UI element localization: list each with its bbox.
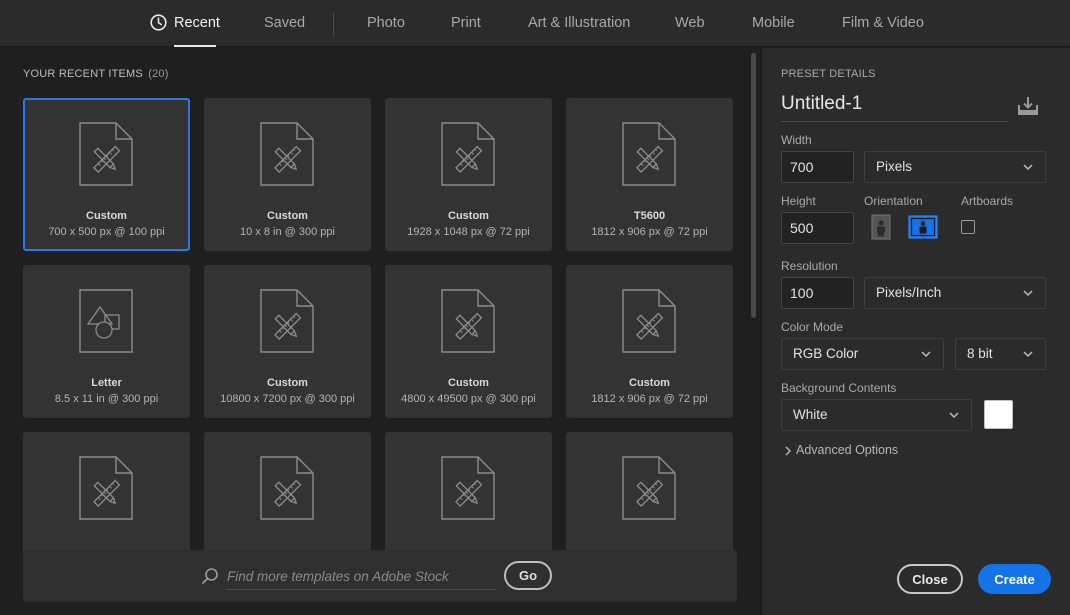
width-input[interactable]: 700 xyxy=(781,151,854,183)
recent-item-size: 1812 x 906 px @ 72 ppi xyxy=(591,226,708,238)
chevron-down-icon xyxy=(921,351,931,358)
clock-icon xyxy=(150,14,167,31)
recent-item-card[interactable]: Letter 8.5 x 11 in @ 300 ppi xyxy=(23,265,190,418)
artboard-ruler-pencil-icon xyxy=(622,122,676,186)
recent-item-card[interactable]: Custom 700 x 500 px @ 100 ppi xyxy=(23,98,190,251)
landscape-orientation-icon[interactable] xyxy=(908,214,938,240)
document-shapes-icon xyxy=(79,289,133,353)
section-title-text: YOUR RECENT ITEMS xyxy=(23,68,143,80)
artboards-checkbox[interactable] xyxy=(961,220,975,234)
recent-items-grid: Custom 700 x 500 px @ 100 ppi Custom 10 x 8… xyxy=(23,98,735,590)
recent-item-name: Letter xyxy=(91,377,122,389)
save-preset-icon[interactable] xyxy=(1017,96,1039,116)
resolution-unit-select[interactable]: Pixels/Inch xyxy=(864,277,1046,309)
go-button[interactable]: Go xyxy=(504,561,552,590)
bit-depth-select[interactable]: 8 bit xyxy=(955,338,1046,370)
height-input[interactable]: 500 xyxy=(781,212,854,244)
portrait-orientation-icon[interactable] xyxy=(868,214,894,240)
recent-item-card[interactable]: T5600 1812 x 906 px @ 72 ppi xyxy=(566,98,733,251)
width-unit-value: Pixels xyxy=(876,159,913,174)
background-contents-value: White xyxy=(793,407,828,422)
width-unit-select[interactable]: Pixels xyxy=(864,151,1046,183)
resolution-input[interactable]: 100 xyxy=(781,277,854,309)
recent-item-name: Custom xyxy=(86,210,127,222)
recent-item-size: 10 x 8 in @ 300 ppi xyxy=(240,226,335,238)
recent-item-size: 10800 x 7200 px @ 300 ppi xyxy=(220,393,355,405)
chevron-down-icon xyxy=(1023,164,1033,171)
artboard-ruler-pencil-icon xyxy=(622,289,676,353)
color-mode-select[interactable]: RGB Color xyxy=(781,338,944,370)
recent-item-name: Custom xyxy=(267,377,308,389)
recent-item-name: Custom xyxy=(267,210,308,222)
tab-recent[interactable]: Recent xyxy=(150,0,220,47)
recent-item-name: Custom xyxy=(629,377,670,389)
background-contents-label: Background Contents xyxy=(781,381,897,395)
section-title: YOUR RECENT ITEMS (20) xyxy=(23,68,169,80)
recent-item-size: 1812 x 906 px @ 72 ppi xyxy=(591,393,708,405)
artboard-ruler-pencil-icon xyxy=(260,122,314,186)
artboard-ruler-pencil-icon xyxy=(441,122,495,186)
scrollbar[interactable] xyxy=(751,53,756,318)
artboard-ruler-pencil-icon xyxy=(260,289,314,353)
background-color-swatch[interactable] xyxy=(984,400,1013,429)
recent-item-card[interactable]: Custom 10800 x 7200 px @ 300 ppi xyxy=(204,265,371,418)
height-label: Height xyxy=(781,194,816,208)
artboard-ruler-pencil-icon xyxy=(441,289,495,353)
document-name-field[interactable]: Untitled-1 xyxy=(781,93,1008,122)
top-nav: Recent Saved Photo Print Art & Illustrat… xyxy=(0,0,1070,47)
recent-item-size: 8.5 x 11 in @ 300 ppi xyxy=(54,393,159,405)
resolution-label: Resolution xyxy=(781,259,838,273)
recent-item-name: Custom xyxy=(448,210,489,222)
tab-label: Web xyxy=(675,15,705,31)
stock-search-bar: Go xyxy=(23,550,737,602)
color-mode-value: RGB Color xyxy=(793,346,859,361)
artboard-ruler-pencil-icon xyxy=(622,456,676,520)
recent-item-size: 700 x 500 px @ 100 ppi xyxy=(48,226,165,238)
artboards-label: Artboards xyxy=(961,194,1014,208)
recent-item-card[interactable]: Custom 1812 x 906 px @ 72 ppi xyxy=(566,265,733,418)
tab-label: Film & Video xyxy=(842,15,924,31)
tab-label: Mobile xyxy=(752,15,795,31)
advanced-options-label: Advanced Options xyxy=(796,443,899,457)
chevron-down-icon xyxy=(949,412,959,419)
preset-details-panel: PRESET DETAILS Untitled-1 Width 700 Pixe… xyxy=(761,48,1070,615)
artboard-ruler-pencil-icon xyxy=(79,122,133,186)
recent-item-size: 1928 x 1048 px @ 72 ppi xyxy=(407,226,530,238)
recent-item-card[interactable]: Custom 10 x 8 in @ 300 ppi xyxy=(204,98,371,251)
tab-label: Print xyxy=(451,15,481,31)
artboard-ruler-pencil-icon xyxy=(79,456,133,520)
bit-depth-value: 8 bit xyxy=(967,346,993,361)
preset-details-title: PRESET DETAILS xyxy=(781,68,876,80)
tab-label: Saved xyxy=(264,15,306,31)
stock-search-input[interactable] xyxy=(226,563,496,590)
tab-label: Recent xyxy=(174,15,220,31)
recent-item-card[interactable]: Custom 1928 x 1048 px @ 72 ppi xyxy=(385,98,552,251)
recent-item-card[interactable]: Custom 4800 x 49500 px @ 300 ppi xyxy=(385,265,552,418)
orientation-label: Orientation xyxy=(864,194,923,208)
width-label: Width xyxy=(781,133,812,147)
background-contents-select[interactable]: White xyxy=(781,399,972,431)
tab-label: Art & Illustration xyxy=(528,15,631,31)
recent-item-name: Custom xyxy=(448,377,489,389)
search-icon xyxy=(202,568,218,584)
create-button[interactable]: Create xyxy=(978,564,1051,594)
chevron-down-icon xyxy=(1023,290,1033,297)
chevron-right-icon xyxy=(785,446,791,456)
close-button[interactable]: Close xyxy=(897,564,963,594)
recent-item-size: 4800 x 49500 px @ 300 ppi xyxy=(401,393,536,405)
recent-count: (20) xyxy=(148,68,169,80)
resolution-unit-value: Pixels/Inch xyxy=(876,285,942,300)
tab-label: Photo xyxy=(367,15,405,31)
artboard-ruler-pencil-icon xyxy=(441,456,495,520)
chevron-down-icon xyxy=(1023,351,1033,358)
nav-divider xyxy=(333,12,334,37)
artboard-ruler-pencil-icon xyxy=(260,456,314,520)
recent-item-name: T5600 xyxy=(633,210,666,222)
color-mode-label: Color Mode xyxy=(781,320,844,334)
recent-items-panel: YOUR RECENT ITEMS (20) Custom 700 x 500 p… xyxy=(0,48,761,615)
